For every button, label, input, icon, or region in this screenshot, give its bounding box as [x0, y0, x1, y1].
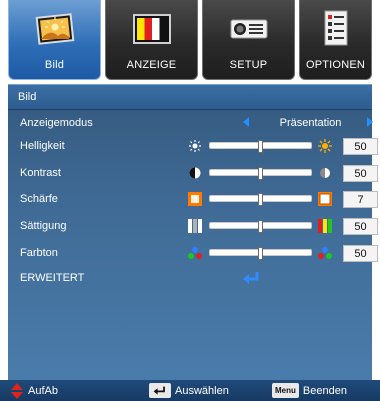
sharpness-slider[interactable]	[209, 193, 312, 206]
tab-label: SETUP	[229, 59, 268, 71]
tab-bar: Bild ANZEIGE SETUP OPTIONEN	[8, 0, 372, 80]
tint-low-icon	[187, 246, 203, 260]
footer-label: Auswählen	[175, 384, 229, 397]
tint-high-icon	[317, 246, 333, 260]
slider-knob[interactable]	[257, 140, 263, 153]
sun-bright-icon	[317, 139, 333, 153]
brightness-slider[interactable]	[209, 140, 312, 153]
tab-label: Bild	[44, 59, 65, 71]
setting-label: Schärfe	[20, 193, 58, 205]
sharpness-value: 7	[343, 191, 378, 208]
panel-title: Bild	[8, 84, 372, 110]
saturation-high-icon	[317, 219, 333, 233]
saturation-slider[interactable]	[209, 220, 312, 233]
tab-setup[interactable]: SETUP	[202, 0, 295, 80]
setting-label: ERWEITERT	[20, 272, 85, 284]
slider-knob[interactable]	[257, 193, 263, 206]
setting-row-saettigung[interactable]: Sättigung 50	[8, 216, 378, 238]
tab-label: OPTIONEN	[305, 59, 366, 71]
projector-icon	[226, 6, 272, 52]
saturation-value: 50	[343, 218, 378, 235]
sun-dim-icon	[187, 139, 203, 153]
setting-row-kontrast[interactable]: Kontrast 50	[8, 163, 378, 185]
footer-updown: AufAb	[10, 380, 58, 401]
tab-optionen[interactable]: OPTIONEN	[299, 0, 372, 80]
setting-label: Farbton	[20, 247, 58, 259]
up-down-arrow-icon	[11, 382, 23, 399]
setting-row-erweitert[interactable]: ERWEITERT	[8, 268, 372, 290]
setting-label: Sättigung	[20, 220, 67, 232]
enter-key-icon	[149, 383, 171, 398]
footer-select: Auswählen	[149, 380, 229, 401]
tab-label: ANZEIGE	[126, 59, 177, 71]
display-mode-value: Präsentation	[279, 117, 342, 129]
contrast-value: 50	[343, 165, 378, 182]
footer-back: Menu Beenden	[272, 380, 347, 401]
saturation-low-icon	[187, 219, 203, 233]
footer-label: AufAb	[28, 384, 58, 397]
sharpness-low-icon	[187, 192, 203, 206]
arrow-right-icon[interactable]	[367, 117, 373, 127]
arrow-left-icon[interactable]	[243, 117, 249, 127]
footer-label: Beenden	[302, 384, 347, 397]
setting-row-schaerfe[interactable]: Schärfe 7	[8, 189, 378, 211]
tint-slider[interactable]	[209, 247, 312, 260]
menu-key-icon: Menu	[272, 383, 299, 398]
contrast-slider[interactable]	[209, 167, 312, 180]
setting-row-helligkeit[interactable]: Helligkeit 50	[8, 136, 378, 158]
picture-icon	[32, 6, 78, 52]
settings-panel: Bild Anzeigemodus Präsentation Helligkei…	[8, 84, 378, 380]
color-bars-icon	[129, 6, 175, 52]
tab-bild[interactable]: Bild	[8, 0, 101, 80]
contrast-high-icon	[317, 166, 333, 180]
slider-knob[interactable]	[257, 167, 263, 180]
checklist-icon	[313, 6, 359, 52]
slider-knob[interactable]	[257, 220, 263, 233]
setting-label: Anzeigemodus	[20, 117, 93, 129]
sharpness-high-icon	[317, 192, 333, 206]
brightness-value: 50	[343, 138, 378, 155]
contrast-low-icon	[187, 166, 203, 180]
tint-value: 50	[343, 245, 378, 262]
footer-bar: AufAb Auswählen Menu Beenden	[0, 380, 380, 401]
enter-icon[interactable]	[240, 270, 262, 286]
tab-anzeige[interactable]: ANZEIGE	[105, 0, 198, 80]
setting-row-farbton[interactable]: Farbton 50	[8, 243, 378, 265]
slider-knob[interactable]	[257, 247, 263, 260]
setting-label: Helligkeit	[20, 140, 65, 152]
setting-label: Kontrast	[20, 167, 61, 179]
setting-row-anzeigemodus[interactable]: Anzeigemodus Präsentation	[8, 113, 373, 135]
